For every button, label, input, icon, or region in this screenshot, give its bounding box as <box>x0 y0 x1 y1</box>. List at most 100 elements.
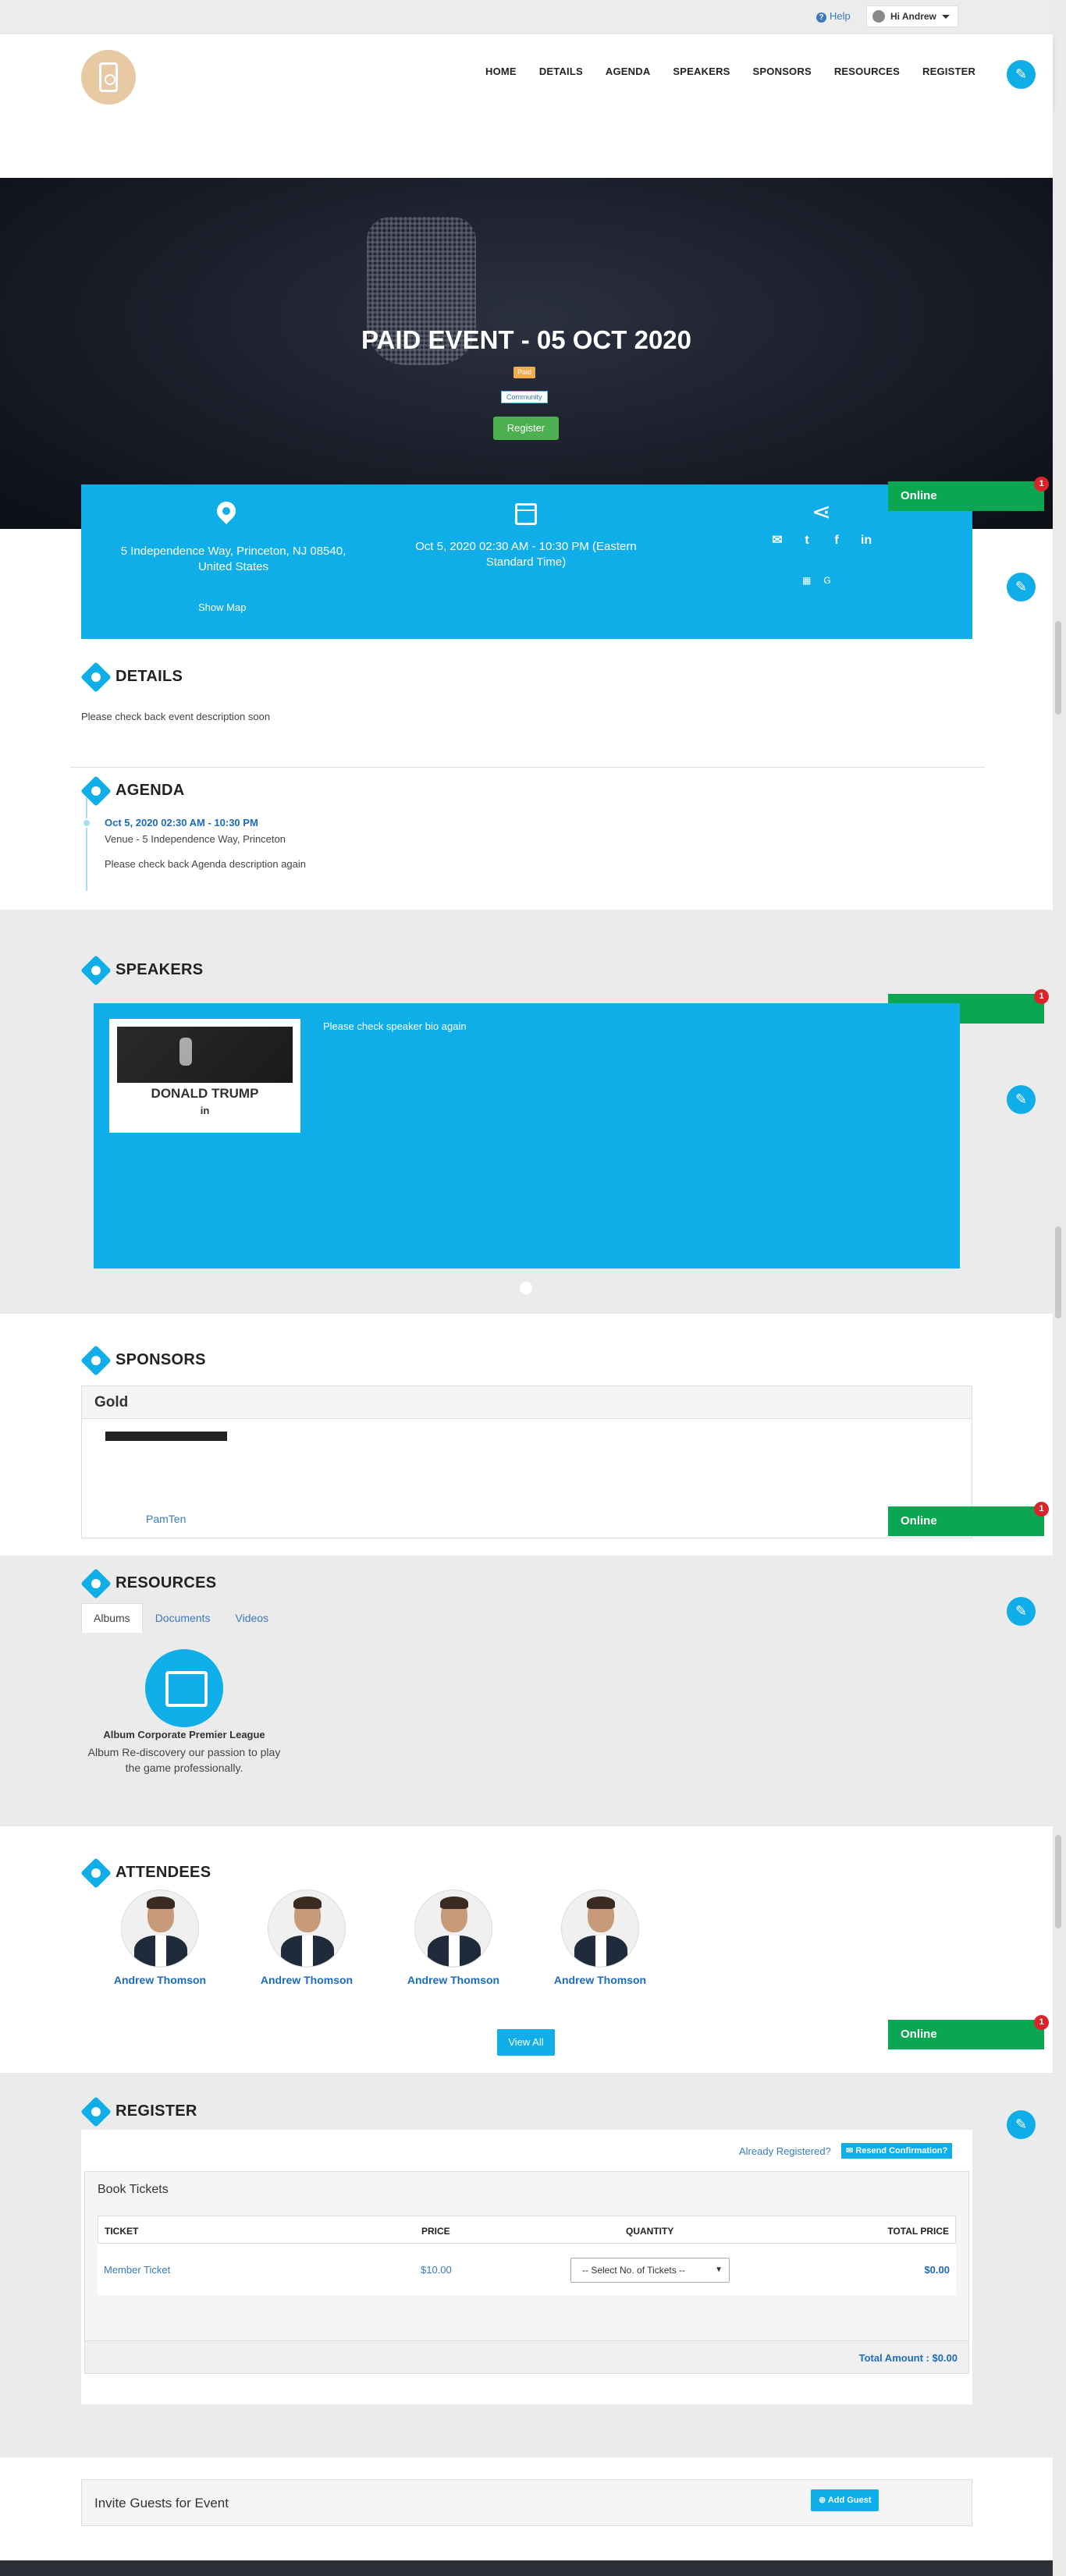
ticket-table-header: TICKET PRICE QUANTITY TOTAL PRICE <box>98 2216 956 2244</box>
attendee-name[interactable]: Andrew Thomson <box>399 1974 508 1986</box>
event-datetime: Oct 5, 2020 02:30 AM - 10:30 PM (Eastern… <box>415 540 637 569</box>
attendee-name[interactable]: Andrew Thomson <box>105 1974 215 1986</box>
linkedin-icon[interactable]: in <box>858 533 874 548</box>
share-icon: ⋖ <box>812 499 832 525</box>
agenda-description: Please check back Agenda description aga… <box>105 858 307 870</box>
details-title: DETAILS <box>115 668 183 685</box>
edit-icon[interactable] <box>1007 60 1036 89</box>
chevron-down-icon: ▼ <box>715 2266 723 2274</box>
facebook-icon[interactable]: f <box>829 533 844 548</box>
speakers-icon <box>80 955 112 986</box>
event-title: PAID EVENT - 05 OCT 2020 <box>361 325 692 354</box>
attendee-avatar <box>561 1889 639 1967</box>
sponsors-title: SPONSORS <box>115 1351 206 1368</box>
linkedin-icon[interactable]: in <box>109 1105 300 1116</box>
attendee-avatar <box>414 1889 492 1967</box>
add-guest-button[interactable]: ⊕ Add Guest <box>811 2489 879 2511</box>
online-status-widget[interactable]: Online 1 <box>888 2015 1049 2049</box>
total-bar: Total Amount : $0.00 <box>85 2340 968 2373</box>
agenda-venue: Venue - 5 Independence Way, Princeton <box>105 833 286 845</box>
edit-icon[interactable] <box>1007 1085 1036 1114</box>
nav-home[interactable]: HOME <box>485 66 517 77</box>
album-title[interactable]: Album Corporate Premier League <box>81 1729 287 1740</box>
attendee-card[interactable]: Andrew Thomson <box>114 1889 206 1986</box>
speaker-photo <box>117 1027 293 1083</box>
total-amount: Total Amount : $0.00 <box>858 2352 958 2364</box>
paid-badge: Paid <box>513 367 536 378</box>
carousel-indicator[interactable] <box>520 1282 532 1294</box>
book-tickets-panel: Book Tickets TICKET PRICE QUANTITY TOTAL… <box>84 2171 969 2374</box>
speaker-carousel: DONALD TRUMP in Please check speaker bio… <box>94 1003 960 1268</box>
nav-speakers[interactable]: SPEAKERS <box>673 66 730 77</box>
nav-sponsors[interactable]: SPONSORS <box>753 66 812 77</box>
edit-icon[interactable] <box>1007 2110 1036 2139</box>
agenda-time: Oct 5, 2020 02:30 AM - 10:30 PM <box>105 817 258 829</box>
divider <box>70 767 985 768</box>
nav-details[interactable]: DETAILS <box>539 66 583 77</box>
help-icon: ? <box>816 12 826 23</box>
site-logo[interactable] <box>81 50 136 105</box>
notification-count: 1 <box>1034 989 1049 1004</box>
resources-title: RESOURCES <box>115 1574 217 1591</box>
sponsor-link[interactable]: PamTen <box>146 1513 186 1525</box>
details-text: Please check back event description soon <box>81 711 271 722</box>
album-icon[interactable] <box>145 1649 223 1727</box>
resource-tabs: Albums Documents Videos <box>81 1603 281 1633</box>
tab-documents[interactable]: Documents <box>143 1603 223 1633</box>
album-description: Album Re-discovery our passion to play t… <box>87 1746 281 1774</box>
online-label: Online <box>901 2028 937 2041</box>
speaker-logo-icon <box>99 62 118 92</box>
tab-videos[interactable]: Videos <box>223 1603 282 1633</box>
help-link[interactable]: ? Help <box>816 10 851 23</box>
online-label: Online <box>901 489 937 502</box>
view-all-button[interactable]: View All <box>497 2029 555 2056</box>
sponsor-tier: Gold <box>82 1386 972 1419</box>
speaker-card[interactable]: DONALD TRUMP in <box>109 1019 300 1133</box>
nav-agenda[interactable]: AGENDA <box>606 66 651 77</box>
invite-title: Invite Guests for Event <box>94 2496 229 2510</box>
user-menu[interactable]: Hi Andrew <box>866 5 958 27</box>
attendee-card[interactable]: Andrew Thomson <box>554 1889 646 1986</box>
nav-register[interactable]: REGISTER <box>922 66 975 77</box>
ticket-name[interactable]: Member Ticket <box>104 2264 170 2276</box>
attendee-avatar <box>268 1889 346 1967</box>
scrollbar-thumb[interactable] <box>1055 1226 1061 1318</box>
attendee-card[interactable]: Andrew Thomson <box>261 1889 353 1986</box>
attendee-avatar <box>121 1889 199 1967</box>
online-status-widget[interactable]: Online 1 <box>888 477 1049 511</box>
show-map-link[interactable]: Show Map <box>198 601 246 613</box>
attendee-name[interactable]: Andrew Thomson <box>252 1974 361 1986</box>
edit-icon[interactable] <box>1007 573 1036 601</box>
speaker-name: DONALD TRUMP <box>151 1086 259 1101</box>
select-value: -- Select No. of Tickets -- <box>582 2265 686 2276</box>
notification-count: 1 <box>1034 477 1049 491</box>
spacer <box>0 109 1053 178</box>
register-panel: Already Registered? ✉ Resend Confirmatio… <box>81 2130 972 2404</box>
twitter-icon[interactable]: t <box>799 533 815 548</box>
google-calendar-icon[interactable]: G <box>823 575 830 586</box>
add-to-calendar-icon[interactable]: ▦ <box>802 575 811 586</box>
nav-resources[interactable]: RESOURCES <box>834 66 900 77</box>
ticket-row-total: $0.00 <box>924 2264 950 2276</box>
event-address: 5 Independence Way, Princeton, NJ 08540,… <box>120 545 346 573</box>
notification-count: 1 <box>1034 2015 1049 2030</box>
edit-icon[interactable] <box>1007 1597 1036 1626</box>
main-nav: HOME DETAILS AGENDA SPEAKERS SPONSORS RE… <box>485 66 998 77</box>
col-quantity: QUANTITY <box>626 2226 674 2237</box>
scrollbar-thumb[interactable] <box>1055 1835 1061 1928</box>
agenda-title: AGENDA <box>115 782 185 799</box>
tab-albums[interactable]: Albums <box>81 1603 143 1633</box>
event-info-bar-overlay: 5 Independence Way, Princeton, NJ 08540,… <box>81 484 972 639</box>
ticket-quantity-select[interactable]: -- Select No. of Tickets -- ▼ <box>570 2258 730 2283</box>
attendee-name[interactable]: Andrew Thomson <box>545 1974 655 1986</box>
scrollbar-thumb[interactable] <box>1055 621 1061 715</box>
sponsor-logo[interactable] <box>105 1432 227 1441</box>
online-status-widget[interactable]: Online 1 <box>888 1502 1049 1536</box>
resend-confirmation-button[interactable]: ✉ Resend Confirmation? <box>841 2143 953 2159</box>
attendee-card[interactable]: Andrew Thomson <box>407 1889 499 1986</box>
register-button[interactable]: Register <box>493 417 559 440</box>
email-share-icon[interactable]: ✉ <box>769 533 785 548</box>
user-greeting: Hi Andrew <box>890 11 936 22</box>
already-registered-link[interactable]: Already Registered? <box>739 2145 831 2157</box>
sponsor-panel: Gold PamTen <box>81 1386 972 1538</box>
